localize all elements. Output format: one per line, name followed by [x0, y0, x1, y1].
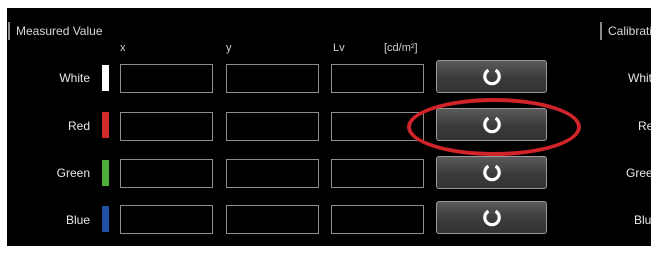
row-label-green: Green: [56, 166, 90, 180]
column-header-x: x: [120, 42, 126, 54]
calibration-row-label: Gree: [626, 166, 651, 180]
measure-start-icon: [482, 68, 501, 85]
measure-green-button[interactable]: [436, 156, 547, 189]
row-label-red: Red: [67, 119, 90, 133]
red-lv-field[interactable]: [331, 112, 424, 141]
calibration-row-label: Blu: [634, 213, 651, 227]
green-x-field[interactable]: [120, 159, 213, 188]
blue-lv-field[interactable]: [331, 205, 424, 234]
green-y-field[interactable]: [226, 159, 319, 188]
green-lv-field[interactable]: [331, 159, 424, 188]
calibration-title: Calibratio: [600, 22, 651, 40]
measure-start-icon: [482, 164, 501, 181]
white-color-swatch: [102, 65, 109, 91]
column-header-y: y: [226, 42, 232, 54]
measured-value-title: Measured Value: [8, 22, 596, 40]
blue-color-swatch: [102, 206, 109, 232]
measure-red-button[interactable]: [436, 108, 547, 141]
white-y-field[interactable]: [226, 64, 319, 93]
blue-y-field[interactable]: [226, 205, 319, 234]
row-label-white: White: [59, 71, 90, 85]
white-lv-field[interactable]: [331, 64, 424, 93]
measure-start-icon: [482, 209, 501, 226]
red-x-field[interactable]: [120, 112, 213, 141]
bottom-margin: [7, 246, 651, 253]
column-header-lv: Lv: [333, 42, 345, 54]
green-color-swatch: [102, 160, 109, 186]
red-y-field[interactable]: [226, 112, 319, 141]
measure-white-button[interactable]: [436, 60, 547, 93]
measure-blue-button[interactable]: [436, 201, 547, 234]
measure-start-icon: [482, 116, 501, 133]
red-color-swatch: [102, 112, 109, 138]
blue-x-field[interactable]: [120, 205, 213, 234]
row-label-blue: Blue: [65, 213, 90, 227]
column-header-unit: [cd/m²]: [384, 42, 418, 54]
calibration-row-label: Whit: [628, 71, 651, 85]
white-x-field[interactable]: [120, 64, 213, 93]
calibration-row-label: Re: [638, 119, 651, 133]
